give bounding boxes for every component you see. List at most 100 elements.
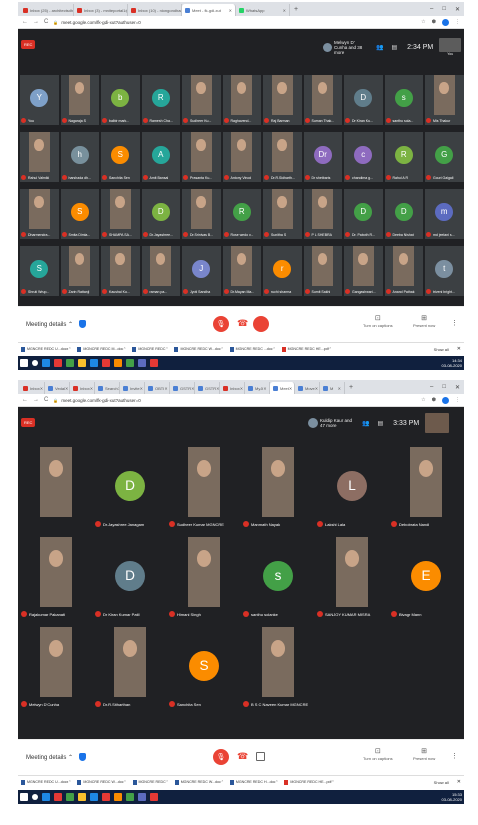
participant-tile[interactable]: s santhu solanke xyxy=(242,537,314,619)
new-tab-button[interactable]: + xyxy=(290,6,302,13)
profile-icon[interactable] xyxy=(442,396,449,404)
participant-tile[interactable]: Sudheer Kumar MGNCRE xyxy=(168,447,240,529)
extension-icon[interactable]: ⬢ xyxy=(432,397,436,403)
maximize-icon[interactable]: □ xyxy=(442,384,446,391)
participant-tile[interactable]: Rajakumar Pakanati xyxy=(20,537,92,619)
participant-tile[interactable]: B S C Naveen Kumar MGNCRE xyxy=(242,627,314,709)
people-icon[interactable]: 👥 xyxy=(362,420,369,427)
tab-close-icon[interactable]: ✕ xyxy=(164,386,167,391)
participant-tile[interactable]: D Dr. Paboth R... xyxy=(344,189,383,239)
download-item[interactable]: MGNCRE REDC ⌃ xyxy=(132,779,169,785)
star-icon[interactable]: ☆ xyxy=(421,397,425,403)
system-tray-clock[interactable]: 15:33 03-08-2020 xyxy=(442,792,462,802)
close-window-icon[interactable]: ✕ xyxy=(455,6,460,13)
shield-icon[interactable] xyxy=(79,753,87,761)
participant-tile[interactable]: Raj Barman xyxy=(263,75,302,125)
back-icon[interactable]: ← xyxy=(22,397,28,403)
taskbar-app-icon[interactable] xyxy=(78,793,86,801)
browser-tab[interactable]: Inbox ✕ xyxy=(220,382,245,394)
participant-tile[interactable]: Nagaraja S xyxy=(60,75,99,125)
tab-close-icon[interactable]: ✕ xyxy=(216,386,219,391)
download-item[interactable]: MGNCRE REDC HE...pdf ⌃ xyxy=(284,779,335,785)
participant-tile[interactable]: S Sanchita Sen xyxy=(101,132,140,182)
browser-tab[interactable]: WhatsApp ✕ xyxy=(236,4,290,16)
tab-close-icon[interactable]: ✕ xyxy=(240,386,243,391)
more-options-icon[interactable]: ⋮ xyxy=(451,752,458,760)
star-icon[interactable]: ☆ xyxy=(421,19,425,25)
browser-tab[interactable]: M ✕ xyxy=(320,382,345,394)
participant-tile[interactable]: r ruchi sharma xyxy=(263,246,302,296)
browser-tab[interactable]: GSTR ✕ xyxy=(170,382,195,394)
people-icon[interactable]: 👥 xyxy=(376,44,383,51)
show-all-button[interactable]: Show all xyxy=(434,347,449,352)
taskbar-app-icon[interactable] xyxy=(102,359,110,367)
participant-tile[interactable]: Suman Thak... xyxy=(303,75,342,125)
browser-tab[interactable]: Meet ✕ xyxy=(270,382,295,394)
participant-tile[interactable]: Prasanta Ku... xyxy=(182,132,221,182)
download-item[interactable]: MGNCRE REDC W...doc ⌃ xyxy=(77,779,127,785)
participant-tile[interactable]: Y You xyxy=(20,75,59,125)
participant-tile[interactable]: D Deeba Nishat xyxy=(384,189,423,239)
taskbar-app-icon[interactable] xyxy=(54,793,62,801)
participant-tile[interactable]: J Jyoti Sandha xyxy=(182,246,221,296)
close-downloads-icon[interactable]: ✕ xyxy=(457,779,461,785)
taskbar-app-icon[interactable] xyxy=(114,793,122,801)
chevron-up-icon[interactable]: ⌃ xyxy=(329,347,332,351)
participant-tile[interactable]: Dr.Mayan Ma... xyxy=(222,246,261,296)
reload-icon[interactable]: C xyxy=(44,397,48,403)
browser-tab[interactable]: Meet - fk-gdi-xut ✕ xyxy=(182,4,236,16)
minimize-icon[interactable]: – xyxy=(430,384,433,391)
reload-icon[interactable]: C xyxy=(44,19,48,25)
present-button[interactable]: ⊞ Present now xyxy=(413,314,435,328)
hangup-button[interactable]: ☎ xyxy=(237,318,248,329)
tab-close-icon[interactable]: ✕ xyxy=(338,386,341,391)
taskbar-app-icon[interactable] xyxy=(66,793,74,801)
captions-button[interactable]: ⊡ Turn on captions xyxy=(363,747,393,761)
back-icon[interactable]: ← xyxy=(22,19,28,25)
chevron-up-icon[interactable]: ⌃ xyxy=(165,347,168,351)
browser-tab[interactable]: Search✕ xyxy=(95,382,120,394)
participant-tile[interactable]: Rahul Valmiki xyxy=(20,132,59,182)
taskbar-app-icon[interactable] xyxy=(90,359,98,367)
participant-tile[interactable]: R Ramesh Cha... xyxy=(141,75,180,125)
more-options-icon[interactable]: ⋮ xyxy=(451,319,458,327)
download-item[interactable]: MGNCRE REDC U...docx ⌃ xyxy=(21,346,71,352)
participant-tile[interactable]: t triveni bright... xyxy=(425,246,464,296)
taskbar-app-icon[interactable] xyxy=(114,359,122,367)
participant-tile[interactable]: c chandima g... xyxy=(344,132,383,182)
maximize-icon[interactable]: □ xyxy=(442,6,446,13)
browser-tab[interactable]: OBTI ✕ xyxy=(145,382,170,394)
camera-button[interactable] xyxy=(256,752,265,761)
participant-tile[interactable]: b balbir mark... xyxy=(101,75,140,125)
participant-tile[interactable]: SANJOY KUMAR MISRA xyxy=(316,537,388,619)
taskbar-app-icon[interactable] xyxy=(102,793,110,801)
taskbar-app-icon[interactable] xyxy=(42,359,50,367)
participant-tile[interactable]: Dr.R.Sidharth... xyxy=(263,132,302,182)
participant-tile[interactable]: Sudheer Ku... xyxy=(182,75,221,125)
participant-tile[interactable]: Dr Dr shetbaris xyxy=(303,132,342,182)
tab-close-icon[interactable]: ✕ xyxy=(263,386,266,391)
taskbar-app-icon[interactable] xyxy=(138,359,146,367)
mic-off-button[interactable]: 🎙 xyxy=(213,316,229,332)
participant-tile[interactable]: Zarin Rattanji xyxy=(60,246,99,296)
chevron-up-icon[interactable]: ⌃ xyxy=(275,780,278,784)
participant-tile[interactable]: Kaushal Ku... xyxy=(101,246,140,296)
chevron-up-icon[interactable]: ⌃ xyxy=(273,347,276,351)
chevron-up-icon[interactable]: ⌃ xyxy=(221,780,224,784)
participant-tile[interactable]: G Gouri Gaigali xyxy=(425,132,464,182)
menu-dots-icon[interactable]: ⋮ xyxy=(455,397,460,403)
windows-start-icon[interactable] xyxy=(20,793,28,801)
captions-button[interactable]: ⊡ Turn on captions xyxy=(363,314,393,328)
participant-tile[interactable]: s santhu sola... xyxy=(384,75,423,125)
download-item[interactable]: MGNCRE REDC HE...pdf ⌃ xyxy=(281,346,332,352)
participant-tile[interactable]: Mis Thakur xyxy=(425,75,464,125)
browser-tab[interactable]: Invite ✕ xyxy=(120,382,145,394)
search-icon[interactable] xyxy=(32,794,38,800)
camera-off-button[interactable] xyxy=(253,316,269,332)
browser-tab[interactable]: Move ✕ xyxy=(295,382,320,394)
shield-icon[interactable] xyxy=(79,320,87,328)
taskbar-app-icon[interactable] xyxy=(126,793,134,801)
participant-tile[interactable]: raman pa... xyxy=(141,246,180,296)
browser-tab[interactable]: Inbox ✕ xyxy=(70,382,95,394)
browser-tab[interactable]: Inbox (10) - niongondhanb...✕ xyxy=(128,4,182,16)
